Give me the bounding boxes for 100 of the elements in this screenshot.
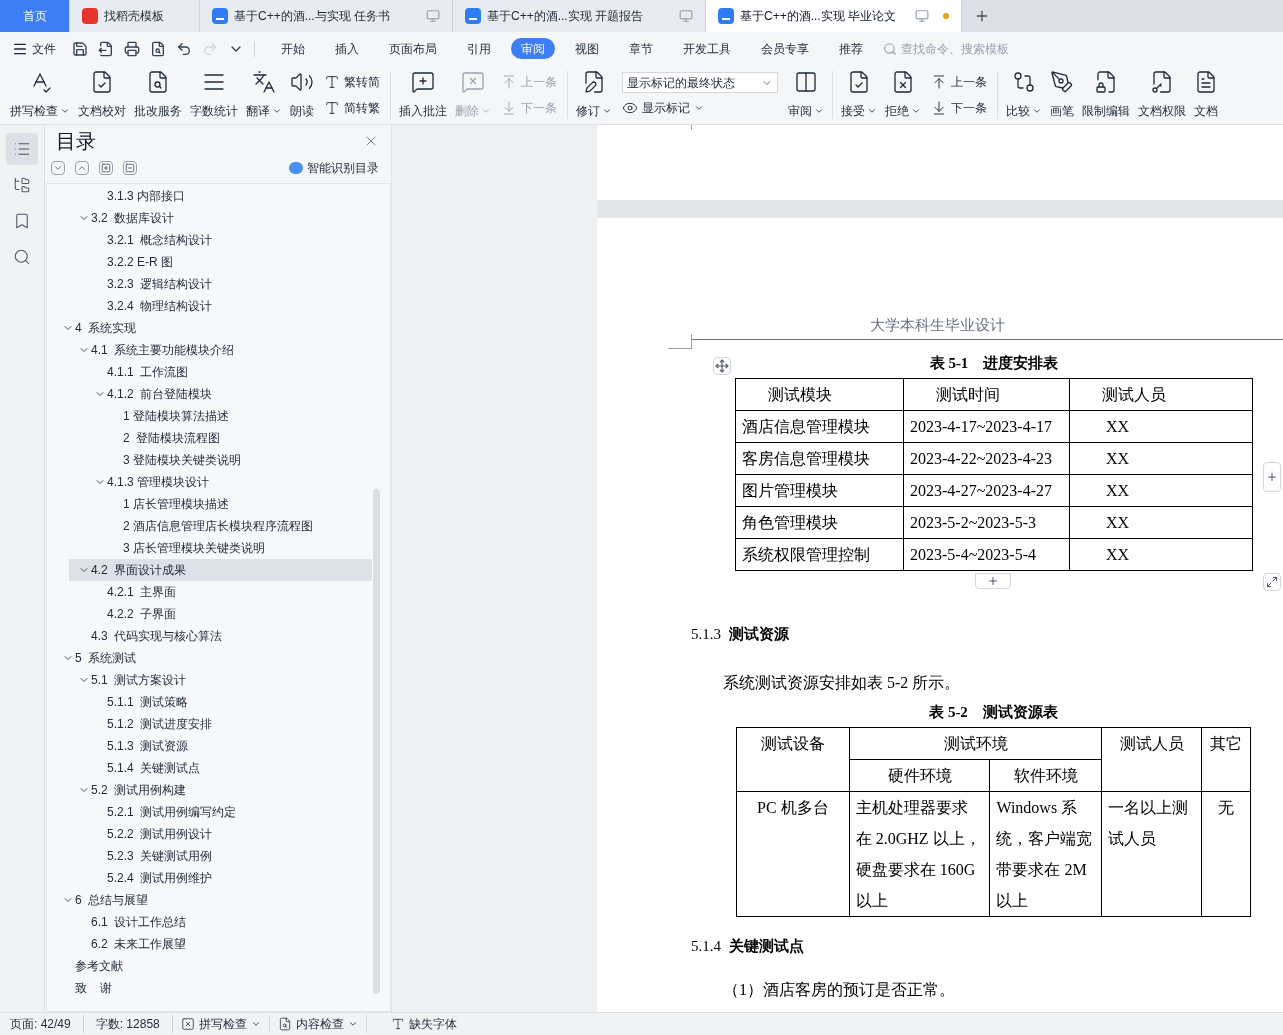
ribbon-tab[interactable]: 页面布局 <box>379 38 447 59</box>
outline-item[interactable]: 3.2.3 逻辑结构设计 <box>47 273 372 295</box>
word-count[interactable]: 字数: 12858 <box>83 1015 173 1033</box>
outline-item[interactable]: 6.2 未来工作展望 <box>47 933 372 955</box>
outline-item[interactable]: 5.2.1 测试用例编写约定 <box>47 801 372 823</box>
outline-item[interactable]: 4 系统实现 <box>47 317 372 339</box>
status-button[interactable]: 拼写检查 <box>172 1015 270 1033</box>
outline-item[interactable]: 致 谢 <box>47 977 372 999</box>
outline-item[interactable]: 3.2.1 概念结构设计 <box>47 229 372 251</box>
ribbon-tab[interactable]: 引用 <box>457 38 501 59</box>
page-counter[interactable]: 页面: 42/49 <box>10 1015 84 1033</box>
markup-select[interactable]: 显示标记的最终状态 <box>622 72 778 93</box>
outline-item[interactable]: 5.2.4 测试用例维护 <box>47 867 372 889</box>
outline-item[interactable]: 3 登陆模块关键类说明 <box>47 449 372 471</box>
outline-tool-button[interactable] <box>75 161 89 175</box>
document-tab[interactable]: 基于C++的酒...与实现 任务书 <box>200 0 453 32</box>
add-column-button[interactable] <box>1263 461 1281 492</box>
section-heading: 关键测试点 <box>729 937 804 956</box>
ribbon-tab[interactable]: 开始 <box>271 38 315 59</box>
outline-item[interactable]: 4.1.3 管理模块设计 <box>47 471 372 493</box>
outline-item[interactable]: 参考文献 <box>47 955 372 977</box>
ribbon-button[interactable]: 文档校对 <box>74 69 130 120</box>
ribbon-button[interactable]: 字数统计 <box>186 69 242 120</box>
redo-icon[interactable] <box>202 40 218 57</box>
smart-toc-button[interactable]: 智能识别目录 <box>289 159 379 177</box>
outline-item[interactable]: 2 酒店信息管理店长模块程序流程图 <box>47 515 372 537</box>
ribbon-button[interactable]: 拒绝 <box>881 69 925 120</box>
move-handle-icon[interactable] <box>713 356 731 375</box>
ribbon-button[interactable]: 比较 <box>1002 69 1046 120</box>
outline-item[interactable]: 6.1 设计工作总结 <box>47 911 372 933</box>
outline-item[interactable]: 5.1.1 测试策略 <box>47 691 372 713</box>
ribbon-button[interactable]: 修订 <box>572 69 616 120</box>
ribbon-button[interactable]: 接受 <box>837 69 881 120</box>
outline-item[interactable]: 4.1 系统主要功能模块介绍 <box>47 339 372 361</box>
outline-item[interactable]: 5.1 测试方案设计 <box>47 669 372 691</box>
save-icon[interactable] <box>72 40 88 57</box>
ribbon-button[interactable]: 拼写检查 <box>6 69 74 120</box>
undo-icon[interactable] <box>176 40 192 57</box>
outline-item[interactable]: 5 系统测试 <box>47 647 372 669</box>
outline-item[interactable]: 3 店长管理模块关键类说明 <box>47 537 372 559</box>
ribbon-tab[interactable]: 开发工具 <box>673 38 741 59</box>
outline-tool-button[interactable] <box>51 161 65 175</box>
outline-item[interactable]: 4.1.2 前台登陆模块 <box>47 383 372 405</box>
document-tab[interactable]: 找稻壳模板 <box>70 0 200 32</box>
ribbon-button[interactable]: 画笔 <box>1046 69 1078 120</box>
ribbon-button[interactable]: 翻译 <box>242 69 286 120</box>
ribbon-small-button[interactable]: 下一条 <box>931 98 987 117</box>
new-tab-icon[interactable] <box>974 8 990 24</box>
ribbon-tab[interactable]: 插入 <box>325 38 369 59</box>
outline-item[interactable]: 4.2.1 主界面 <box>47 581 372 603</box>
outline-item[interactable]: 5.2 测试用例构建 <box>47 779 372 801</box>
ribbon-tab[interactable]: 会员专享 <box>751 38 819 59</box>
document-tab[interactable]: 首页 <box>0 0 70 32</box>
side-panel-button[interactable] <box>6 133 38 165</box>
outline-item[interactable]: 4.1.1 工作流图 <box>47 361 372 383</box>
status-button[interactable]: 缺失字体 <box>382 1015 465 1033</box>
outline-item[interactable]: 3.2.4 物理结构设计 <box>47 295 372 317</box>
outline-item[interactable]: 6 总结与展望 <box>47 889 372 911</box>
outline-item[interactable]: 5.2.3 关键测试用例 <box>47 845 372 867</box>
outline-item[interactable]: 5.2.2 测试用例设计 <box>47 823 372 845</box>
ribbon-button[interactable]: 文档 <box>1190 69 1222 120</box>
scrollbar[interactable] <box>373 489 380 994</box>
ribbon-button[interactable]: 文档权限 <box>1134 69 1190 120</box>
ribbon-small-button[interactable]: 显示标记 <box>622 99 778 117</box>
outline-item[interactable]: 4.2.2 子界面 <box>47 603 372 625</box>
file-menu-button[interactable]: 文件 <box>12 39 56 58</box>
ribbon-tab[interactable]: 视图 <box>565 38 609 59</box>
outline-item[interactable]: 5.1.2 测试进度安排 <box>47 713 372 735</box>
export-icon[interactable] <box>98 40 114 57</box>
outline-item[interactable]: 4.3 代码实现与核心算法 <box>47 625 372 647</box>
ribbon-tab[interactable]: 章节 <box>619 38 663 59</box>
ribbon-button[interactable]: 批改服务 <box>130 69 186 120</box>
outline-item[interactable]: 3.1.3 内部接口 <box>47 185 372 207</box>
outline-item[interactable]: 3.2 数据库设计 <box>47 207 372 229</box>
ribbon-tab[interactable]: 推荐 <box>829 38 873 59</box>
outline-item[interactable]: 4.2 界面设计成果 <box>69 559 372 581</box>
outline-item[interactable]: 5.1.3 测试资源 <box>47 735 372 757</box>
ribbon-button[interactable]: 朗读 <box>286 69 318 120</box>
document-tab[interactable]: 基于C++的酒...实现 开题报告 <box>453 0 706 32</box>
print-preview-icon[interactable] <box>150 40 166 57</box>
add-row-button[interactable] <box>975 573 1011 589</box>
outline-item[interactable]: 2 登陆模块流程图 <box>47 427 372 449</box>
outline-tool-button[interactable] <box>123 161 137 175</box>
command-search-field[interactable]: 查找命令、搜索模板 <box>883 39 1041 58</box>
ribbon-small-button[interactable]: 简转繁 <box>324 98 380 117</box>
ribbon-small-button[interactable]: 上一条 <box>931 72 987 91</box>
outline-item[interactable]: 1 店长管理模块描述 <box>47 493 372 515</box>
ribbon-small-button[interactable]: 繁转简 <box>324 72 380 91</box>
document-tab[interactable]: 基于C++的酒...实现 毕业论文 <box>706 0 962 32</box>
outline-item[interactable]: 5.1.4 关键测试点 <box>47 757 372 779</box>
outline-tool-button[interactable] <box>99 161 113 175</box>
outline-item[interactable]: 1 登陆模块算法描述 <box>47 405 372 427</box>
ribbon-button[interactable]: 插入批注 <box>395 69 451 120</box>
ribbon-tab[interactable]: 审阅 <box>511 38 555 59</box>
resize-handle-icon[interactable] <box>1263 573 1281 591</box>
ribbon-button[interactable]: 审阅 <box>784 69 828 120</box>
ribbon-button[interactable]: 限制编辑 <box>1078 69 1134 120</box>
outline-item[interactable]: 3.2.2 E-R 图 <box>47 251 372 273</box>
status-button[interactable]: 内容检查 <box>269 1015 367 1033</box>
print-icon[interactable] <box>124 40 140 57</box>
